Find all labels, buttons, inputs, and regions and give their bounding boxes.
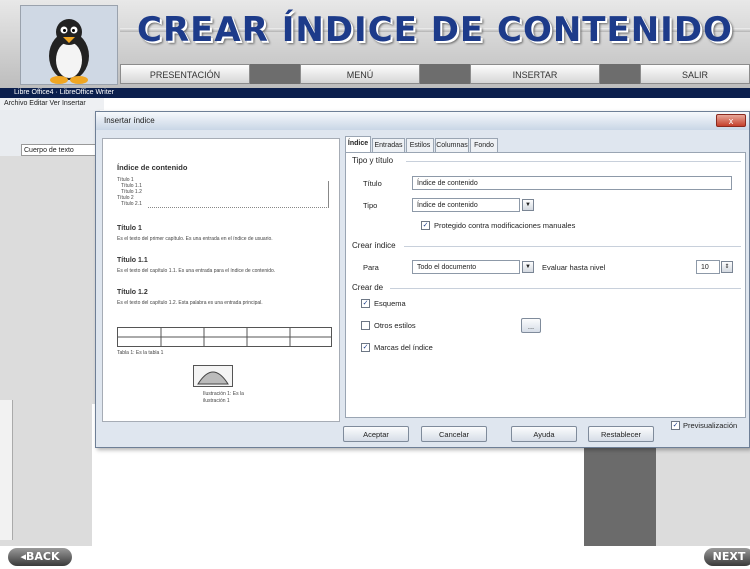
preview-table xyxy=(117,327,332,347)
tab-entradas[interactable]: Entradas xyxy=(372,138,405,152)
group-type-title: Tipo y título xyxy=(352,156,394,165)
outline-label: Esquema xyxy=(374,299,406,308)
spin-button-icon[interactable]: ⇕ xyxy=(721,261,733,273)
other-styles-label: Otros estilos xyxy=(374,321,416,330)
preview-checkbox[interactable]: ✓ xyxy=(671,421,680,430)
nav-divider xyxy=(420,64,470,84)
group-divider xyxy=(404,246,741,247)
nav-presentacion[interactable]: PRESENTACIÓN xyxy=(120,64,250,84)
tab-indice[interactable]: Índice xyxy=(345,136,371,152)
nav-divider xyxy=(600,64,640,84)
tab-columnas[interactable]: Columnas xyxy=(435,138,469,152)
writer-titlebar: Libre Office4 · LibreOffice Writer xyxy=(0,88,750,98)
group-divider xyxy=(406,161,741,162)
nav-divider xyxy=(250,64,300,84)
chevron-down-icon[interactable]: ▼ xyxy=(522,261,534,273)
outline-checkbox[interactable]: ✓ xyxy=(361,299,370,308)
group-divider xyxy=(390,288,741,289)
index-marks-checkbox[interactable]: ✓ xyxy=(361,343,370,352)
preview-section-text: Es el texto del capítulo 1.1. Es una ent… xyxy=(117,268,276,274)
preview-section-title: Título 1.2 xyxy=(117,289,148,296)
group-create-from: Crear de xyxy=(352,283,384,292)
accept-button[interactable]: Aceptar xyxy=(343,426,409,442)
preview-chart-icon xyxy=(193,365,233,387)
back-button[interactable]: ◂BACK xyxy=(8,548,72,566)
preview-label: Previsualización xyxy=(683,421,738,430)
group-create-index: Crear índice xyxy=(352,241,396,250)
chevron-down-icon[interactable]: ▼ xyxy=(522,199,534,211)
title-label: Título xyxy=(363,179,382,188)
help-button[interactable]: Ayuda xyxy=(511,426,577,442)
preview-image-caption: Ilustración 1: Es la ilustración 1 xyxy=(203,391,244,404)
preview-table-caption: Tabla 1: Es la tabla 1 xyxy=(117,350,164,356)
writer-menubar[interactable]: Archivo Editar Ver Insertar Formato Tabl… xyxy=(0,98,104,119)
title-input[interactable]: Índice de contenido xyxy=(412,176,732,190)
paragraph-style-box[interactable]: Cuerpo de texto xyxy=(21,144,96,156)
preview-section-text: Es el texto del primer capítulo. Es una … xyxy=(117,236,273,242)
for-label: Para xyxy=(363,263,379,272)
browse-styles-button[interactable]: ... xyxy=(521,318,541,333)
index-tab-panel: Tipo y título Título Índice de contenido… xyxy=(345,152,746,418)
cancel-button[interactable]: Cancelar xyxy=(421,426,487,442)
index-marks-label: Marcas del índice xyxy=(374,343,433,352)
protect-label: Protegido contra modificaciones manuales xyxy=(434,221,576,230)
preview-section-text: Es el texto del capítulo 1.2. Esta palab… xyxy=(117,300,263,306)
tab-fondo[interactable]: Fondo xyxy=(470,138,498,152)
level-label: Evaluar hasta nivel xyxy=(542,263,606,272)
nav-salir[interactable]: SALIR xyxy=(640,64,750,84)
preview-heading: Índice de contenido xyxy=(117,163,188,172)
scope-select[interactable]: Todo el documento xyxy=(412,260,520,274)
preview-toc-line: Título 2.1 xyxy=(121,201,142,207)
insert-index-dialog: Insertar índice x Índice de contenido Tí… xyxy=(95,111,750,448)
next-button[interactable]: NEXT xyxy=(704,548,750,566)
protect-checkbox[interactable]: ✓ xyxy=(421,221,430,230)
preview-toc-leaders xyxy=(148,181,329,208)
nav-insertar[interactable]: INSERTAR xyxy=(470,64,600,84)
writer-toolbar[interactable] xyxy=(0,110,100,133)
level-input[interactable]: 10 xyxy=(696,260,720,274)
nav-menu[interactable]: MENÚ xyxy=(300,64,420,84)
preview-section-title: Título 1.1 xyxy=(117,257,148,264)
preview-section-title: Título 1 xyxy=(117,225,142,232)
vertical-ruler xyxy=(0,400,13,540)
reset-button[interactable]: Restablecer xyxy=(588,426,654,442)
type-select[interactable]: Índice de contenido xyxy=(412,198,520,212)
index-preview: Índice de contenido Título 1 Título 1.1 … xyxy=(102,138,340,422)
close-button[interactable]: x xyxy=(716,114,746,127)
other-styles-checkbox[interactable] xyxy=(361,321,370,330)
page-title: CREAR ÍNDICE DE CONTENIDO xyxy=(137,10,733,50)
penguin-logo xyxy=(20,5,118,85)
type-label: Tipo xyxy=(363,201,378,210)
tab-estilos[interactable]: Estilos xyxy=(406,138,434,152)
dialog-title: Insertar índice xyxy=(96,112,749,130)
